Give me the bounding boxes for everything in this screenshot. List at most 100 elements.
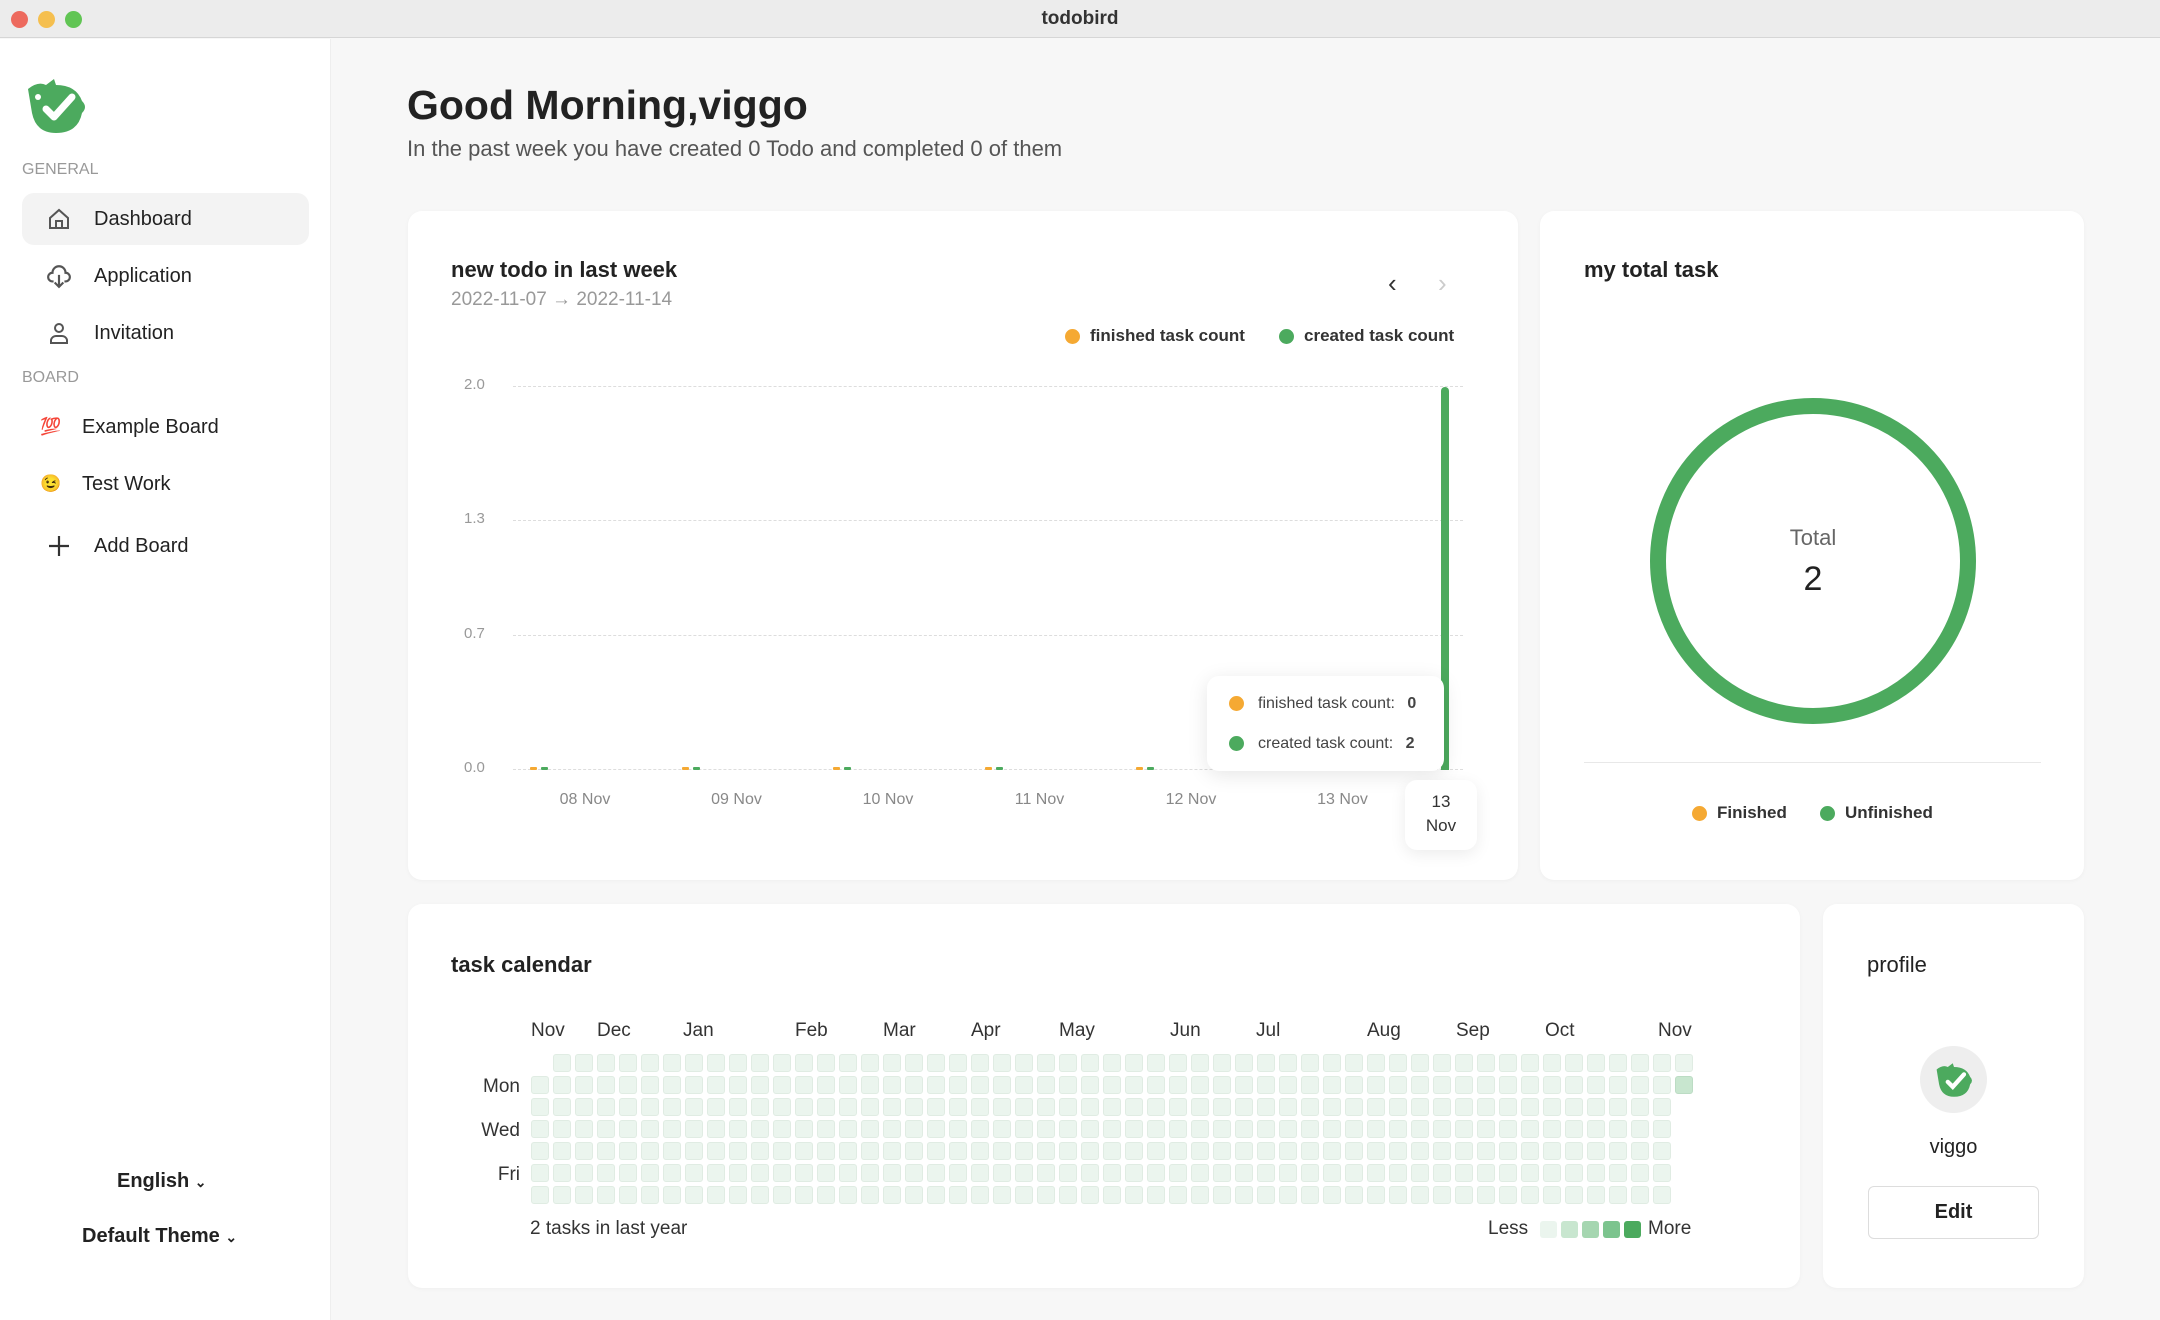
- calendar-day-cell[interactable]: [1147, 1186, 1165, 1204]
- calendar-day-cell[interactable]: [1279, 1142, 1297, 1160]
- calendar-day-cell[interactable]: [861, 1098, 879, 1116]
- calendar-day-cell[interactable]: [641, 1098, 659, 1116]
- calendar-day-cell[interactable]: [1455, 1054, 1473, 1072]
- calendar-day-cell[interactable]: [1433, 1098, 1451, 1116]
- calendar-day-cell[interactable]: [1323, 1098, 1341, 1116]
- sidebar-item-dashboard[interactable]: Dashboard: [22, 193, 309, 245]
- calendar-day-cell[interactable]: [1411, 1076, 1429, 1094]
- calendar-day-cell[interactable]: [553, 1076, 571, 1094]
- calendar-day-cell[interactable]: [1323, 1054, 1341, 1072]
- calendar-day-cell[interactable]: [1587, 1054, 1605, 1072]
- calendar-day-cell[interactable]: [685, 1186, 703, 1204]
- calendar-day-cell[interactable]: [993, 1076, 1011, 1094]
- calendar-day-cell[interactable]: [1059, 1186, 1077, 1204]
- calendar-day-cell[interactable]: [1169, 1054, 1187, 1072]
- calendar-day-cell[interactable]: [883, 1120, 901, 1138]
- calendar-day-cell[interactable]: [1521, 1054, 1539, 1072]
- calendar-day-cell[interactable]: [553, 1164, 571, 1182]
- calendar-day-cell[interactable]: [1103, 1120, 1121, 1138]
- calendar-day-cell[interactable]: [949, 1076, 967, 1094]
- calendar-day-cell[interactable]: [1433, 1186, 1451, 1204]
- calendar-day-cell[interactable]: [1499, 1120, 1517, 1138]
- calendar-day-cell[interactable]: [971, 1098, 989, 1116]
- calendar-day-cell[interactable]: [751, 1120, 769, 1138]
- calendar-day-cell[interactable]: [839, 1142, 857, 1160]
- calendar-day-cell[interactable]: [1213, 1054, 1231, 1072]
- calendar-day-cell[interactable]: [1455, 1098, 1473, 1116]
- calendar-day-cell[interactable]: [619, 1054, 637, 1072]
- calendar-day-cell[interactable]: [1411, 1054, 1429, 1072]
- calendar-day-cell[interactable]: [861, 1142, 879, 1160]
- calendar-day-cell[interactable]: [1609, 1076, 1627, 1094]
- calendar-day-cell[interactable]: [1653, 1076, 1671, 1094]
- calendar-day-cell[interactable]: [1235, 1054, 1253, 1072]
- calendar-day-cell[interactable]: [861, 1120, 879, 1138]
- calendar-day-cell[interactable]: [751, 1164, 769, 1182]
- calendar-day-cell[interactable]: [1279, 1054, 1297, 1072]
- calendar-day-cell[interactable]: [1521, 1142, 1539, 1160]
- calendar-day-cell[interactable]: [663, 1164, 681, 1182]
- calendar-day-cell[interactable]: [1345, 1076, 1363, 1094]
- calendar-day-cell[interactable]: [883, 1076, 901, 1094]
- calendar-day-cell[interactable]: [883, 1186, 901, 1204]
- bar-created[interactable]: [692, 767, 700, 770]
- calendar-day-cell[interactable]: [641, 1164, 659, 1182]
- calendar-day-cell[interactable]: [993, 1098, 1011, 1116]
- calendar-day-cell[interactable]: [1059, 1098, 1077, 1116]
- calendar-day-cell[interactable]: [641, 1120, 659, 1138]
- legend-finished[interactable]: finished task count: [1065, 326, 1245, 346]
- calendar-day-cell[interactable]: [795, 1142, 813, 1160]
- calendar-day-cell[interactable]: [1235, 1076, 1253, 1094]
- calendar-day-cell[interactable]: [1455, 1076, 1473, 1094]
- calendar-day-cell[interactable]: [1081, 1076, 1099, 1094]
- calendar-day-cell[interactable]: [773, 1164, 791, 1182]
- calendar-day-cell[interactable]: [949, 1186, 967, 1204]
- calendar-day-cell[interactable]: [1301, 1142, 1319, 1160]
- minimize-window-button[interactable]: [38, 11, 55, 28]
- calendar-day-cell[interactable]: [1301, 1098, 1319, 1116]
- calendar-day-cell[interactable]: [1037, 1164, 1055, 1182]
- calendar-day-cell[interactable]: [1169, 1142, 1187, 1160]
- calendar-day-cell[interactable]: [1367, 1120, 1385, 1138]
- calendar-day-cell[interactable]: [1213, 1164, 1231, 1182]
- calendar-day-cell[interactable]: [707, 1054, 725, 1072]
- calendar-day-cell[interactable]: [993, 1164, 1011, 1182]
- calendar-day-cell[interactable]: [1323, 1120, 1341, 1138]
- calendar-day-cell[interactable]: [1345, 1164, 1363, 1182]
- calendar-day-cell[interactable]: [597, 1142, 615, 1160]
- calendar-day-cell[interactable]: [1213, 1098, 1231, 1116]
- next-week-button[interactable]: ›: [1438, 268, 1447, 299]
- calendar-day-cell[interactable]: [1433, 1120, 1451, 1138]
- calendar-day-cell[interactable]: [1411, 1142, 1429, 1160]
- calendar-day-cell[interactable]: [1543, 1076, 1561, 1094]
- calendar-day-cell[interactable]: [1169, 1098, 1187, 1116]
- calendar-day-cell[interactable]: [971, 1120, 989, 1138]
- calendar-day-cell[interactable]: [553, 1054, 571, 1072]
- calendar-day-cell[interactable]: [1653, 1098, 1671, 1116]
- calendar-day-cell[interactable]: [1631, 1098, 1649, 1116]
- sidebar-item-invitation[interactable]: Invitation: [22, 307, 309, 359]
- calendar-day-cell[interactable]: [1631, 1120, 1649, 1138]
- calendar-day-cell[interactable]: [1521, 1076, 1539, 1094]
- calendar-day-cell[interactable]: [971, 1186, 989, 1204]
- calendar-day-cell[interactable]: [1499, 1142, 1517, 1160]
- calendar-day-cell[interactable]: [707, 1098, 725, 1116]
- calendar-day-cell[interactable]: [883, 1164, 901, 1182]
- calendar-day-cell[interactable]: [641, 1142, 659, 1160]
- calendar-day-cell[interactable]: [905, 1054, 923, 1072]
- calendar-day-cell[interactable]: [1037, 1142, 1055, 1160]
- calendar-day-cell[interactable]: [1125, 1142, 1143, 1160]
- calendar-day-cell[interactable]: [619, 1186, 637, 1204]
- maximize-window-button[interactable]: [65, 11, 82, 28]
- calendar-day-cell[interactable]: [1257, 1076, 1275, 1094]
- calendar-day-cell[interactable]: [685, 1076, 703, 1094]
- calendar-day-cell[interactable]: [971, 1076, 989, 1094]
- calendar-day-cell[interactable]: [993, 1054, 1011, 1072]
- calendar-day-cell[interactable]: [1587, 1186, 1605, 1204]
- calendar-day-cell[interactable]: [927, 1120, 945, 1138]
- calendar-day-cell[interactable]: [597, 1120, 615, 1138]
- calendar-day-cell[interactable]: [751, 1142, 769, 1160]
- calendar-day-cell[interactable]: [1301, 1054, 1319, 1072]
- calendar-day-cell[interactable]: [1103, 1186, 1121, 1204]
- calendar-day-cell[interactable]: [751, 1076, 769, 1094]
